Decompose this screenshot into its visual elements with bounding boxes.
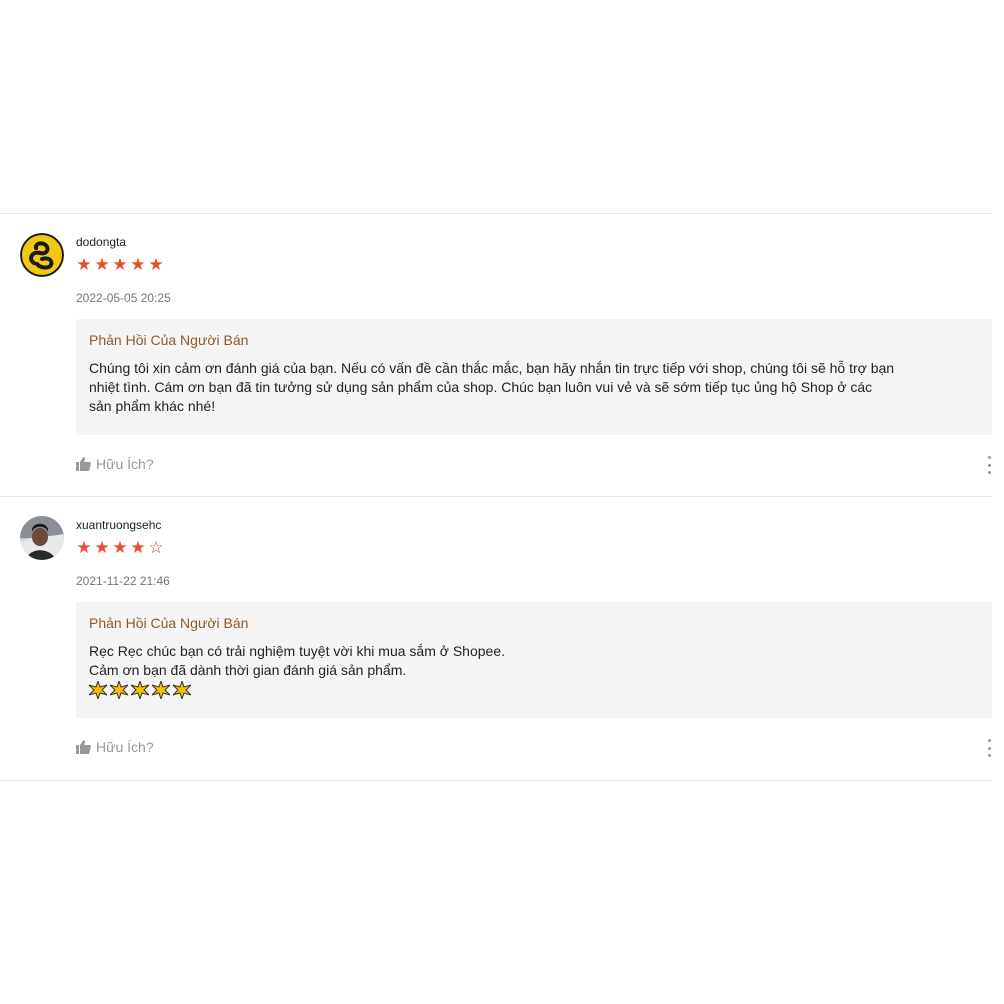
star-filled-icon: ★ <box>76 538 92 557</box>
avatar[interactable] <box>20 233 64 277</box>
helpful-label: Hữu Ích? <box>96 456 154 472</box>
star-filled-icon: ★ <box>76 255 92 274</box>
seller-reply-title: Phản Hồi Của Người Bán <box>89 615 249 631</box>
star-filled-icon: ★ <box>94 255 110 274</box>
review-list: dodongta ★ ★ ★ ★ ★ 2022-05-05 20:25 Phản… <box>0 213 992 781</box>
more-options-icon[interactable] <box>986 739 992 757</box>
sparkle-star-emoji-icon <box>152 681 170 699</box>
sparkle-star-emoji-icon <box>131 681 149 699</box>
rating-stars: ★ ★ ★ ★ ☆ <box>76 538 164 558</box>
star-filled-icon: ★ <box>94 538 110 557</box>
person-photo-avatar-icon <box>20 516 64 560</box>
seller-reply: Phản Hồi Của Người Bán Rẹc Rẹc chúc bạn … <box>76 602 992 718</box>
star-filled-icon: ★ <box>112 255 128 274</box>
username[interactable]: dodongta <box>76 235 126 249</box>
username[interactable]: xuantruongsehc <box>76 518 161 532</box>
star-filled-icon: ★ <box>148 255 164 274</box>
rating-stars: ★ ★ ★ ★ ★ <box>76 255 164 275</box>
star-filled-icon: ★ <box>130 538 146 557</box>
helpful-button[interactable]: Hữu Ích? <box>76 739 154 755</box>
review-timestamp: 2022-05-05 20:25 <box>76 291 171 305</box>
helpful-label: Hữu Ích? <box>96 739 154 755</box>
snake-logo-avatar-icon <box>20 233 64 277</box>
more-options-icon[interactable] <box>986 456 992 474</box>
seller-reply: Phản Hồi Của Người Bán Chúng tôi xin cảm… <box>76 319 992 435</box>
sparkle-star-emoji-icon <box>89 681 107 699</box>
thumbs-up-icon <box>76 740 91 754</box>
review-timestamp: 2021-11-22 21:46 <box>76 574 170 588</box>
seller-reply-text: Rẹc Rẹc chúc bạn có trải nghiệm tuyệt vờ… <box>89 643 506 678</box>
emoji-row <box>89 681 979 699</box>
review-item: xuantruongsehc ★ ★ ★ ★ ☆ 2021-11-22 21:4… <box>0 497 992 781</box>
thumbs-up-icon <box>76 457 91 471</box>
avatar[interactable] <box>20 516 64 560</box>
review-item: dodongta ★ ★ ★ ★ ★ 2022-05-05 20:25 Phản… <box>0 214 992 497</box>
seller-reply-title: Phản Hồi Của Người Bán <box>89 332 249 348</box>
seller-reply-text: Chúng tôi xin cảm ơn đánh giá của bạn. N… <box>89 360 895 414</box>
helpful-button[interactable]: Hữu Ích? <box>76 456 154 472</box>
sparkle-star-emoji-icon <box>173 681 191 699</box>
star-filled-icon: ★ <box>112 538 128 557</box>
star-empty-icon: ☆ <box>148 538 164 557</box>
sparkle-star-emoji-icon <box>110 681 128 699</box>
star-filled-icon: ★ <box>130 255 146 274</box>
